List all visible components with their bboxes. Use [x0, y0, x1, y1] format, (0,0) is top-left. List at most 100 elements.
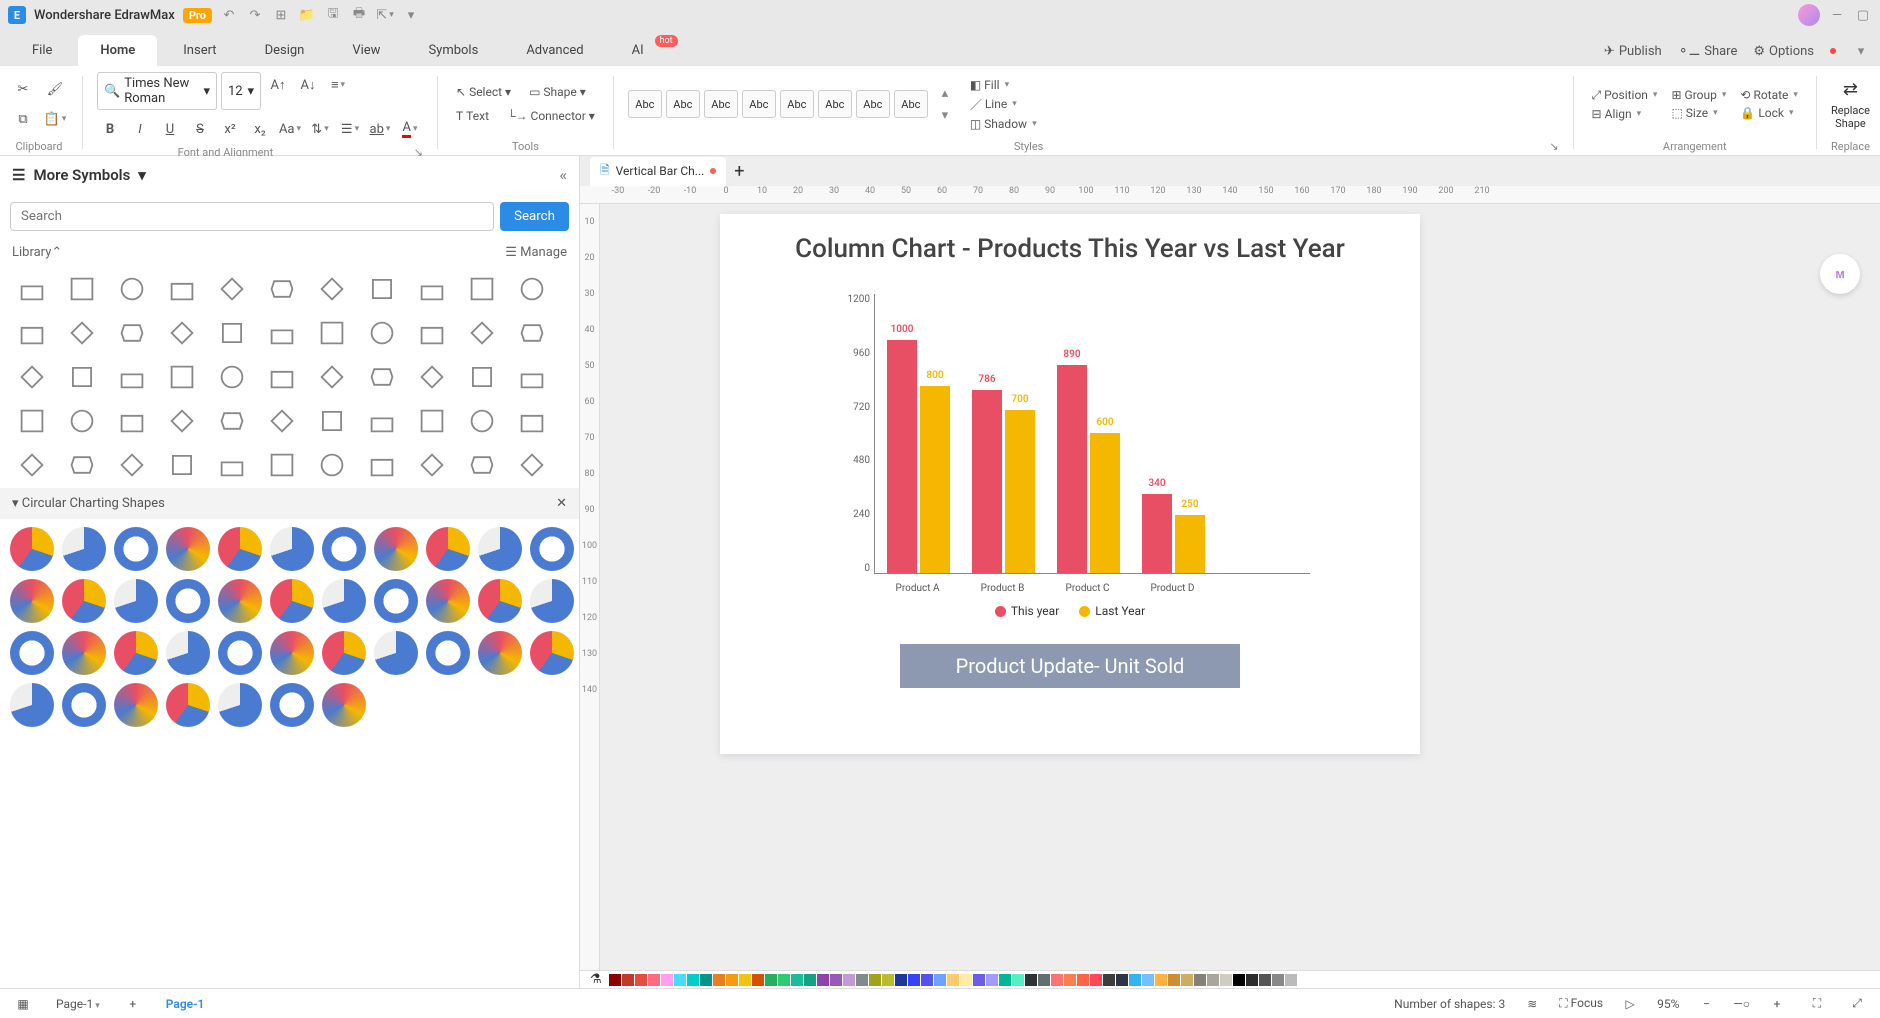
bar[interactable]: 1000 — [887, 340, 917, 573]
presentation-icon[interactable]: ▷ — [1617, 991, 1643, 1017]
shape-item[interactable] — [510, 314, 554, 352]
menu-more-icon[interactable]: ▾ — [1852, 42, 1870, 60]
lock-button[interactable]: 🔒Lock — [1736, 104, 1802, 122]
chart-shape-item[interactable] — [218, 527, 262, 571]
shape-item[interactable] — [360, 270, 404, 308]
chart-shape-item[interactable] — [62, 683, 106, 727]
style-swatch[interactable]: Abc — [780, 90, 814, 118]
shape-item[interactable] — [10, 270, 54, 308]
chart-shape-item[interactable] — [322, 579, 366, 623]
publish-button[interactable]: ✈Publish — [1604, 44, 1662, 59]
color-swatch[interactable] — [1168, 974, 1180, 986]
style-swatch[interactable]: Abc — [704, 90, 738, 118]
color-swatch[interactable] — [960, 974, 972, 986]
italic-icon[interactable]: I — [127, 116, 153, 142]
chart-shape-item[interactable] — [530, 579, 574, 623]
color-swatch[interactable] — [1129, 974, 1141, 986]
zoom-out-icon[interactable]: − — [1693, 991, 1719, 1017]
shape-item[interactable] — [360, 402, 404, 440]
search-input[interactable] — [10, 202, 494, 231]
align-button[interactable]: ⊟Align — [1588, 105, 1662, 123]
page-dropdown[interactable]: Page-1 — [46, 994, 110, 1014]
color-swatch[interactable] — [687, 974, 699, 986]
color-swatch[interactable] — [1038, 974, 1050, 986]
chart-shape-item[interactable] — [62, 631, 106, 675]
legend-item[interactable]: This year — [995, 604, 1059, 618]
bar[interactable]: 600 — [1090, 433, 1120, 573]
shape-item[interactable] — [260, 358, 304, 396]
shape-item[interactable] — [110, 446, 154, 484]
color-swatch[interactable] — [1142, 974, 1154, 986]
chart-shape-item[interactable] — [62, 579, 106, 623]
style-swatch[interactable]: Abc — [894, 90, 928, 118]
color-swatch[interactable] — [739, 974, 751, 986]
avatar[interactable] — [1798, 4, 1820, 26]
bar[interactable]: 786 — [972, 390, 1002, 573]
chart-shape-item[interactable] — [114, 631, 158, 675]
bar[interactable]: 800 — [920, 386, 950, 573]
color-swatch[interactable] — [804, 974, 816, 986]
color-swatch[interactable] — [1064, 974, 1076, 986]
shape-item[interactable] — [110, 402, 154, 440]
font-color-icon[interactable]: A — [397, 116, 423, 142]
cut-icon[interactable]: ✂ — [10, 76, 36, 102]
chart-shape-item[interactable] — [270, 527, 314, 571]
chart-shape-item[interactable] — [10, 579, 54, 623]
bar[interactable]: 340 — [1142, 494, 1172, 573]
chart-shape-item[interactable] — [322, 631, 366, 675]
replace-shape-button[interactable]: Replace Shape — [1831, 104, 1870, 130]
chart-shape-item[interactable] — [478, 579, 522, 623]
shape-item[interactable] — [160, 446, 204, 484]
eyedropper-icon[interactable]: ⚗ — [590, 972, 602, 987]
style-swatch[interactable]: Abc — [742, 90, 776, 118]
chevron-up-icon[interactable]: ⌃ — [51, 245, 62, 260]
color-swatch[interactable] — [1090, 974, 1102, 986]
case-icon[interactable]: Aa — [277, 116, 303, 142]
shape-item[interactable] — [410, 446, 454, 484]
gallery-up-icon[interactable]: ▴ — [936, 84, 954, 102]
shape-item[interactable] — [360, 314, 404, 352]
shape-item[interactable] — [410, 358, 454, 396]
color-swatch[interactable] — [765, 974, 777, 986]
chart-shape-item[interactable] — [426, 631, 470, 675]
minimize-icon[interactable]: — — [1828, 6, 1846, 24]
line-button[interactable]: ／Line — [966, 94, 1041, 115]
bar[interactable]: 890 — [1057, 365, 1087, 573]
focus-button[interactable]: ⛶ Focus — [1559, 996, 1603, 1011]
color-swatch[interactable] — [1194, 974, 1206, 986]
paste-icon[interactable]: 📋 — [42, 106, 68, 132]
decrease-font-icon[interactable]: A↓ — [295, 72, 321, 98]
paragraph-align-icon[interactable]: ≡ — [325, 72, 351, 98]
chart-shape-item[interactable] — [322, 527, 366, 571]
new-tab-icon[interactable]: + — [734, 161, 744, 182]
shape-item[interactable] — [10, 446, 54, 484]
color-swatch[interactable] — [635, 974, 647, 986]
bar[interactable]: 700 — [1005, 410, 1035, 573]
shape-item[interactable] — [210, 358, 254, 396]
open-icon[interactable]: 📁 — [298, 6, 316, 24]
shape-item[interactable] — [260, 314, 304, 352]
shape-item[interactable] — [110, 314, 154, 352]
style-gallery[interactable]: Abc Abc Abc Abc Abc Abc Abc Abc ▴ ▾ ◧Fil… — [628, 72, 1559, 136]
color-swatch[interactable] — [1272, 974, 1284, 986]
zoom-in-icon[interactable]: + — [1764, 991, 1790, 1017]
undo-icon[interactable]: ↶ — [220, 6, 238, 24]
color-swatch[interactable] — [882, 974, 894, 986]
style-swatch[interactable]: Abc — [856, 90, 890, 118]
color-swatch[interactable] — [856, 974, 868, 986]
chart-shape-item[interactable] — [322, 683, 366, 727]
chevron-down-icon[interactable]: ▾ — [12, 496, 19, 511]
color-swatch[interactable] — [622, 974, 634, 986]
shape-item[interactable] — [510, 402, 554, 440]
shape-item[interactable] — [460, 270, 504, 308]
fill-button[interactable]: ◧Fill — [966, 76, 1041, 94]
shape-item[interactable] — [210, 314, 254, 352]
chart-shape-item[interactable] — [530, 527, 574, 571]
bar[interactable]: 250 — [1175, 515, 1205, 573]
shape-item[interactable] — [410, 314, 454, 352]
chart-shape-item[interactable] — [530, 631, 574, 675]
color-swatch[interactable] — [648, 974, 660, 986]
shape-item[interactable] — [460, 314, 504, 352]
color-swatch[interactable] — [713, 974, 725, 986]
chart-subtitle[interactable]: Product Update- Unit Sold — [900, 644, 1240, 688]
